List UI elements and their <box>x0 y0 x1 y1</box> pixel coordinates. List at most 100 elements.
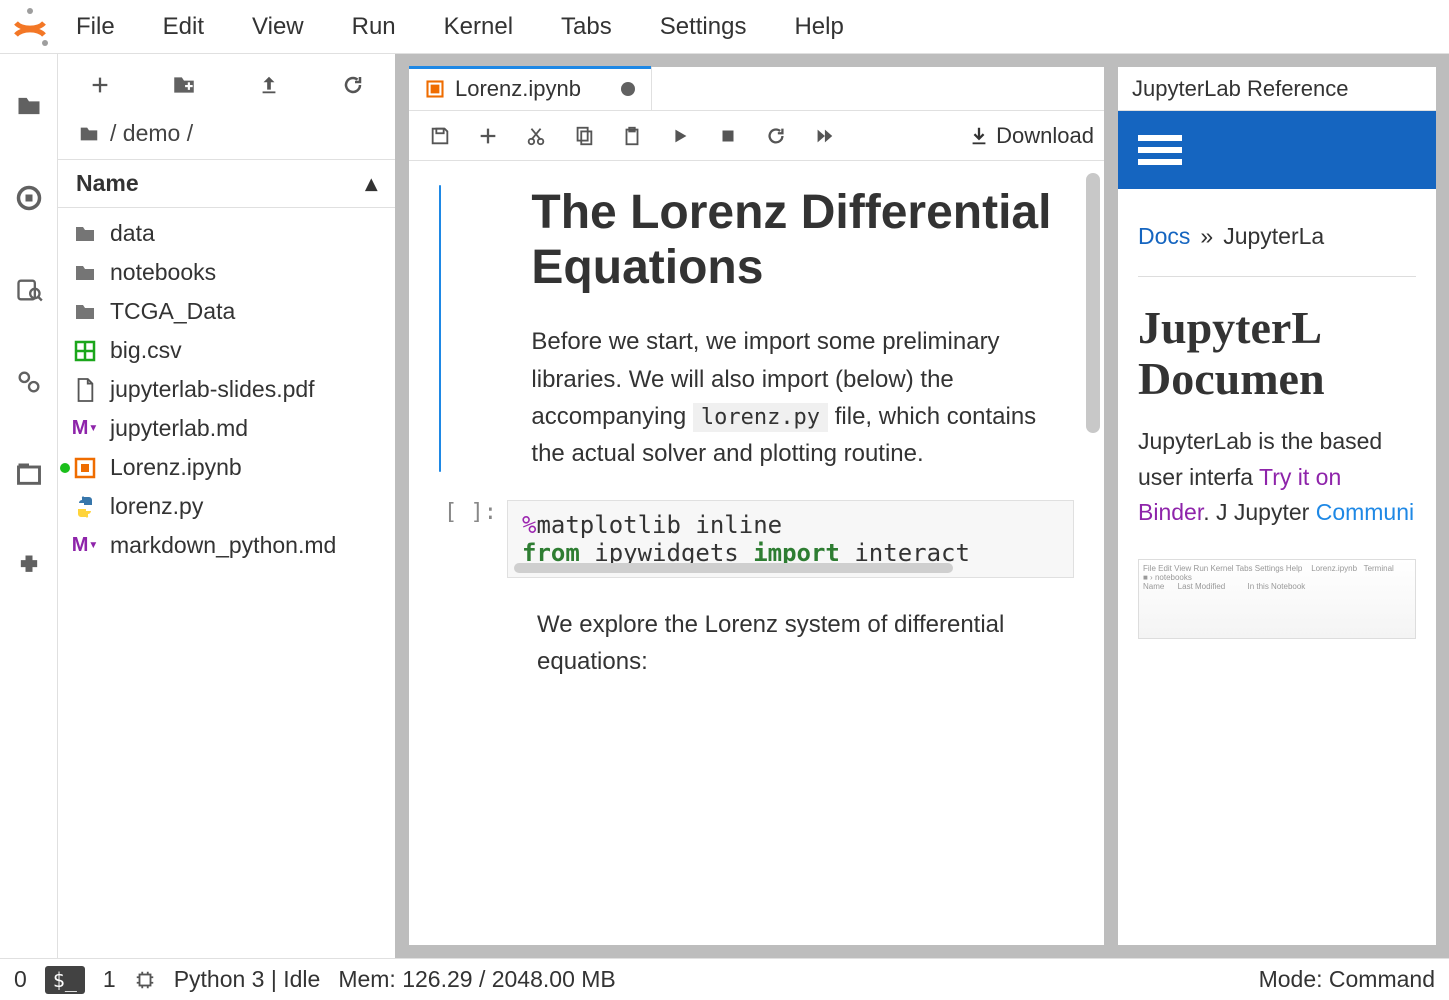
docs-home-link[interactable]: Docs <box>1138 223 1190 250</box>
notebook-panel: Lorenz.ipynb Download <box>408 66 1105 946</box>
notebook-toolbar: Download <box>409 111 1104 161</box>
file-item-label: big.csv <box>110 337 182 364</box>
breadcrumb-page: JupyterLa <box>1223 223 1324 250</box>
file-item-label: markdown_python.md <box>110 532 336 559</box>
file-item-md[interactable]: M▼ markdown_python.md <box>58 526 395 565</box>
community-link[interactable]: Communi <box>1316 499 1414 525</box>
menu-view[interactable]: View <box>228 13 328 41</box>
cell-prompt: [ ]: <box>439 500 507 578</box>
refresh-button[interactable] <box>339 71 367 99</box>
insert-cell-button[interactable] <box>467 118 509 154</box>
save-button[interactable] <box>419 118 461 154</box>
markdown-cell[interactable]: We explore the Lorenz system of differen… <box>537 606 1074 680</box>
run-button[interactable] <box>659 118 701 154</box>
file-item-pdf[interactable]: jupyterlab-slides.pdf <box>58 370 395 409</box>
download-label: Download <box>996 123 1094 149</box>
menu-edit[interactable]: Edit <box>139 13 228 41</box>
file-item-label: TCGA_Data <box>110 298 235 325</box>
activity-bar <box>0 54 58 958</box>
file-item-label: data <box>110 220 155 247</box>
notebook-tab[interactable]: Lorenz.ipynb <box>409 67 652 110</box>
dock-panel: Lorenz.ipynb Download <box>396 54 1449 958</box>
notebook-title: The Lorenz Differential Equations <box>531 185 1074 295</box>
docs-tab[interactable]: JupyterLab Reference <box>1118 67 1436 111</box>
file-item-py[interactable]: lorenz.py <box>58 487 395 526</box>
new-folder-button[interactable] <box>170 71 198 99</box>
notebook-body[interactable]: The Lorenz Differential Equations Before… <box>409 161 1104 945</box>
activity-extensions[interactable] <box>13 550 45 582</box>
status-kernel[interactable]: Python 3 | Idle <box>174 966 321 993</box>
docs-title: JupyterLDocumen <box>1118 291 1436 416</box>
notebook-tabbar: Lorenz.ipynb <box>409 67 1104 111</box>
download-button[interactable]: Download <box>968 123 1094 149</box>
stop-button[interactable] <box>707 118 749 154</box>
file-item-label: lorenz.py <box>110 493 203 520</box>
breadcrumb-path: / demo / <box>110 120 193 147</box>
name-column-label: Name <box>76 170 139 197</box>
menu-help[interactable]: Help <box>770 13 867 41</box>
menu-kernel[interactable]: Kernel <box>420 13 537 41</box>
file-item-md[interactable]: M▼ jupyterlab.md <box>58 409 395 448</box>
menu-run[interactable]: Run <box>328 13 420 41</box>
divider <box>1138 276 1416 277</box>
file-item-folder[interactable]: data <box>58 214 395 253</box>
status-mode[interactable]: Mode: Command <box>1259 966 1435 993</box>
notebook-outro: We explore the Lorenz system of differen… <box>537 606 1074 680</box>
breadcrumb[interactable]: / demo / <box>58 116 395 159</box>
menu-file[interactable]: File <box>52 13 139 41</box>
cell-active-bar <box>439 185 441 472</box>
python-icon <box>72 494 98 520</box>
file-browser: / demo / Name ▴ data notebooks TCGA_Data… <box>58 54 396 958</box>
file-item-csv[interactable]: big.csv <box>58 331 395 370</box>
new-launcher-button[interactable] <box>86 71 114 99</box>
menu-tabs[interactable]: Tabs <box>537 13 636 41</box>
status-left-num[interactable]: 0 <box>14 966 27 993</box>
status-terminals[interactable]: 1 <box>103 966 116 993</box>
file-item-label: jupyterlab.md <box>110 415 248 442</box>
terminal-chip-icon[interactable]: $_ <box>45 966 85 994</box>
markdown-icon: M▼ <box>72 533 98 559</box>
jupyter-logo[interactable] <box>8 5 52 49</box>
code-input[interactable]: %matplotlib inline from ipywidgets impor… <box>507 500 1074 578</box>
markdown-icon: M▼ <box>72 416 98 442</box>
docs-thumbnail: File Edit View Run Kernel Tabs Settings … <box>1138 559 1416 639</box>
activity-files[interactable] <box>13 90 45 122</box>
upload-button[interactable] <box>255 71 283 99</box>
markdown-cell[interactable]: The Lorenz Differential Equations Before… <box>439 185 1074 472</box>
running-dot-icon <box>60 463 70 473</box>
file-item-folder[interactable]: notebooks <box>58 253 395 292</box>
menu-bar: File Edit View Run Kernel Tabs Settings … <box>0 0 1449 54</box>
notebook-intro: Before we start, we import some prelimin… <box>531 323 1074 472</box>
cut-button[interactable] <box>515 118 557 154</box>
file-item-notebook[interactable]: Lorenz.ipynb <box>58 448 395 487</box>
restart-run-all-button[interactable] <box>803 118 845 154</box>
file-list: data notebooks TCGA_Data big.csv jupyter… <box>58 208 395 571</box>
file-list-header[interactable]: Name ▴ <box>58 159 395 208</box>
file-item-folder[interactable]: TCGA_Data <box>58 292 395 331</box>
restart-button[interactable] <box>755 118 797 154</box>
menu-settings[interactable]: Settings <box>636 13 771 41</box>
activity-settings[interactable] <box>13 366 45 398</box>
file-item-label: jupyterlab-slides.pdf <box>110 376 315 403</box>
file-item-label: Lorenz.ipynb <box>110 454 242 481</box>
docs-nav <box>1118 111 1436 189</box>
paste-button[interactable] <box>611 118 653 154</box>
docs-body: JupyterLab is the based user interfa Try… <box>1118 416 1436 539</box>
h-scrollbar[interactable] <box>514 563 953 573</box>
activity-inspector[interactable] <box>13 274 45 306</box>
breadcrumb-sep: » <box>1200 223 1213 250</box>
hamburger-icon[interactable] <box>1138 129 1182 171</box>
unsaved-dot-icon <box>621 82 635 96</box>
activity-tabs[interactable] <box>13 458 45 490</box>
docs-breadcrumb: Docs » JupyterLa <box>1118 189 1436 262</box>
copy-button[interactable] <box>563 118 605 154</box>
scrollbar[interactable] <box>1086 173 1100 433</box>
status-mem[interactable]: Mem: 126.29 / 2048.00 MB <box>338 966 615 993</box>
code-cell[interactable]: [ ]: %matplotlib inline from ipywidgets … <box>439 500 1074 578</box>
tab-label: Lorenz.ipynb <box>455 76 581 102</box>
file-item-label: notebooks <box>110 259 216 286</box>
status-bar: 0 $_ 1 Python 3 | Idle Mem: 126.29 / 204… <box>0 958 1449 1000</box>
activity-running[interactable] <box>13 182 45 214</box>
sort-caret-icon: ▴ <box>365 170 377 197</box>
kernel-icon <box>134 969 156 991</box>
